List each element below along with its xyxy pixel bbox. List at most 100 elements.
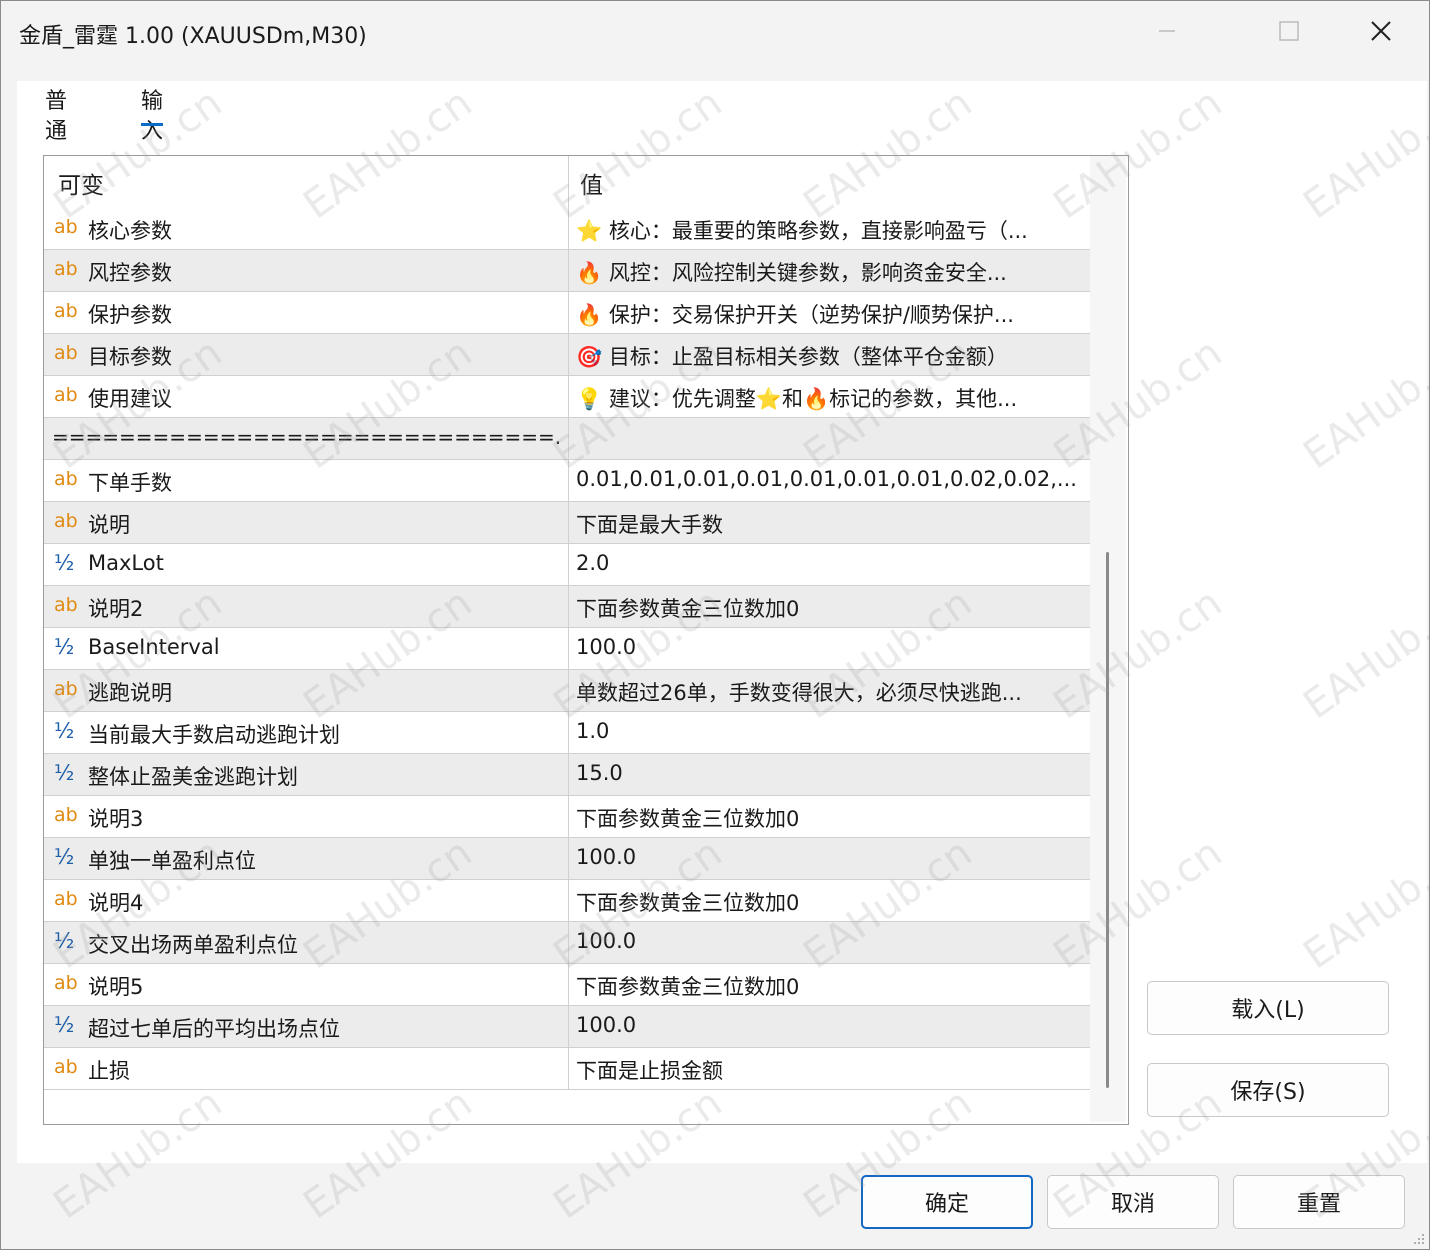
parameter-name: ==============================... (52, 425, 562, 449)
load-button[interactable]: 载入(L) (1147, 981, 1389, 1035)
table-row[interactable]: ab 说明2 下面参数黄金三位数加0 (44, 586, 1090, 628)
cell-divider (568, 754, 569, 795)
table-row[interactable]: ½ 交叉出场两单盈利点位 100.0 (44, 922, 1090, 964)
parameter-name: 说明4 (88, 891, 144, 915)
table-row[interactable]: ab 说明 下面是最大手数 (44, 502, 1090, 544)
tab-inputs[interactable]: 输入 (141, 87, 164, 144)
table-row[interactable]: ab 说明5 下面参数黄金三位数加0 (44, 964, 1090, 1006)
string-type-icon: ab (54, 258, 78, 280)
parameter-value[interactable]: 100.0 (576, 929, 1084, 953)
number-type-icon: ½ (54, 719, 75, 743)
parameter-value[interactable]: 100.0 (576, 845, 1084, 869)
parameter-value[interactable]: 100.0 (576, 1013, 1084, 1037)
cell-divider (568, 670, 569, 711)
parameter-value[interactable]: 下面是止损金额 (576, 1055, 1084, 1085)
cell-divider (568, 1006, 569, 1047)
table-row[interactable]: ½ MaxLot 2.0 (44, 544, 1090, 586)
table-row[interactable]: ab 止损 下面是止损金额 (44, 1048, 1090, 1090)
parameter-value[interactable]: 下面参数黄金三位数加0 (576, 887, 1084, 917)
cancel-button[interactable]: 取消 (1047, 1175, 1219, 1229)
cell-divider (568, 292, 569, 333)
parameter-value[interactable]: 100.0 (576, 635, 1084, 659)
string-type-icon: ab (54, 468, 78, 490)
string-type-icon: ab (54, 678, 78, 700)
cell-divider (568, 208, 569, 249)
parameter-name: BaseInterval (88, 635, 220, 659)
number-type-icon: ½ (54, 761, 75, 785)
ok-button[interactable]: 确定 (861, 1175, 1033, 1229)
table-row[interactable]: ab 逃跑说明 单数超过26单，手数变得很大，必须尽快逃跑... (44, 670, 1090, 712)
close-icon (1371, 21, 1391, 41)
cell-divider (568, 628, 569, 669)
close-button[interactable] (1359, 9, 1403, 53)
parameter-name: 说明3 (88, 807, 144, 831)
parameter-name: 使用建议 (88, 387, 172, 411)
table-row[interactable]: ab 下单手数 0.01,0.01,0.01,0.01,0.01,0.01,0.01… (44, 460, 1090, 502)
string-type-icon: ab (54, 510, 78, 532)
parameter-name: 风控参数 (88, 261, 172, 285)
cell-divider (568, 418, 569, 459)
resize-grip-icon[interactable] (1411, 1231, 1425, 1245)
parameter-value[interactable]: 1.0 (576, 719, 1084, 743)
parameter-value[interactable]: 下面参数黄金三位数加0 (576, 803, 1084, 833)
cell-divider (568, 964, 569, 1005)
parameter-value[interactable]: 0.01,0.01,0.01,0.01,0.01,0.01,0.01,0.02,… (576, 467, 1084, 491)
parameter-value[interactable]: 💡 建议：优先调整⭐和🔥标记的参数，其他... (576, 383, 1084, 413)
cell-divider (568, 880, 569, 921)
parameter-value[interactable]: 2.0 (576, 551, 1084, 575)
minimize-button[interactable] (1145, 9, 1189, 53)
table-row[interactable]: ab 目标参数 🎯 目标：止盈目标相关参数（整体平仓金额） (44, 334, 1090, 376)
parameter-value[interactable]: 🎯 目标：止盈目标相关参数（整体平仓金额） (576, 341, 1084, 371)
table-row[interactable]: ab 核心参数 ⭐ 核心：最重要的策略参数，直接影响盈亏（... (44, 208, 1090, 250)
cell-divider (568, 460, 569, 501)
parameter-value[interactable]: 下面是最大手数 (576, 509, 1084, 539)
table-row[interactable]: ab 说明3 下面参数黄金三位数加0 (44, 796, 1090, 838)
parameter-name: 说明 (88, 513, 130, 537)
parameters-grid: 可变 值 ab 核心参数 ⭐ 核心：最重要的策略参数，直接影响盈亏（... ab 风控参… (43, 155, 1129, 1125)
cell-divider (568, 1048, 569, 1089)
table-row[interactable]: ½ 单独一单盈利点位 100.0 (44, 838, 1090, 880)
parameter-name: 单独一单盈利点位 (88, 849, 256, 873)
parameter-value[interactable]: 单数超过26单，手数变得很大，必须尽快逃跑... (576, 677, 1084, 707)
table-row[interactable]: ½ BaseInterval 100.0 (44, 628, 1090, 670)
string-type-icon: ab (54, 342, 78, 364)
number-type-icon: ½ (54, 551, 75, 575)
parameter-name: 目标参数 (88, 345, 172, 369)
parameter-name: 保护参数 (88, 303, 172, 327)
table-row[interactable]: ½ 整体止盈美金逃跑计划 15.0 (44, 754, 1090, 796)
cell-divider (568, 544, 569, 585)
parameter-value[interactable]: 🔥 保护：交易保护开关（逆势保护/顺势保护... (576, 299, 1084, 329)
title-bar[interactable]: 金盾_雷霆 1.00 (XAUUSDm,M30) (1, 1, 1429, 63)
scrollbar-thumb[interactable] (1106, 552, 1109, 1088)
maximize-button[interactable] (1267, 9, 1311, 53)
save-button[interactable]: 保存(S) (1147, 1063, 1389, 1117)
string-type-icon: ab (54, 804, 78, 826)
table-row[interactable]: ab 风控参数 🔥 风控：风险控制关键参数，影响资金安全... (44, 250, 1090, 292)
string-type-icon: ab (54, 888, 78, 910)
parameter-name: 说明5 (88, 975, 144, 999)
cell-divider (568, 502, 569, 543)
reset-button[interactable]: 重置 (1233, 1175, 1405, 1229)
parameter-name: 交叉出场两单盈利点位 (88, 933, 298, 957)
table-row[interactable]: ab 保护参数 🔥 保护：交易保护开关（逆势保护/顺势保护... (44, 292, 1090, 334)
vertical-scrollbar[interactable] (1090, 156, 1126, 1122)
table-row[interactable]: ab 说明4 下面参数黄金三位数加0 (44, 880, 1090, 922)
column-header-variable[interactable]: 可变 (58, 166, 104, 200)
string-type-icon: ab (54, 300, 78, 322)
minimize-icon (1159, 30, 1175, 32)
table-row[interactable]: ==============================... (44, 418, 1090, 460)
parameter-value[interactable]: ⭐ 核心：最重要的策略参数，直接影响盈亏（... (576, 215, 1084, 245)
column-header-value[interactable]: 值 (580, 166, 603, 200)
number-type-icon: ½ (54, 845, 75, 869)
table-row[interactable]: ½ 超过七单后的平均出场点位 100.0 (44, 1006, 1090, 1048)
parameter-name: 说明2 (88, 597, 144, 621)
parameter-value[interactable]: 下面参数黄金三位数加0 (576, 971, 1084, 1001)
parameter-value[interactable]: 下面参数黄金三位数加0 (576, 593, 1084, 623)
column-divider[interactable] (568, 156, 569, 208)
table-row[interactable]: ab 使用建议 💡 建议：优先调整⭐和🔥标记的参数，其他... (44, 376, 1090, 418)
parameter-value[interactable]: 15.0 (576, 761, 1084, 785)
parameter-value[interactable]: 🔥 风控：风险控制关键参数，影响资金安全... (576, 257, 1084, 287)
parameter-name: 逃跑说明 (88, 681, 172, 705)
table-row[interactable]: ½ 当前最大手数启动逃跑计划 1.0 (44, 712, 1090, 754)
tab-common[interactable]: 普通 (45, 87, 67, 144)
